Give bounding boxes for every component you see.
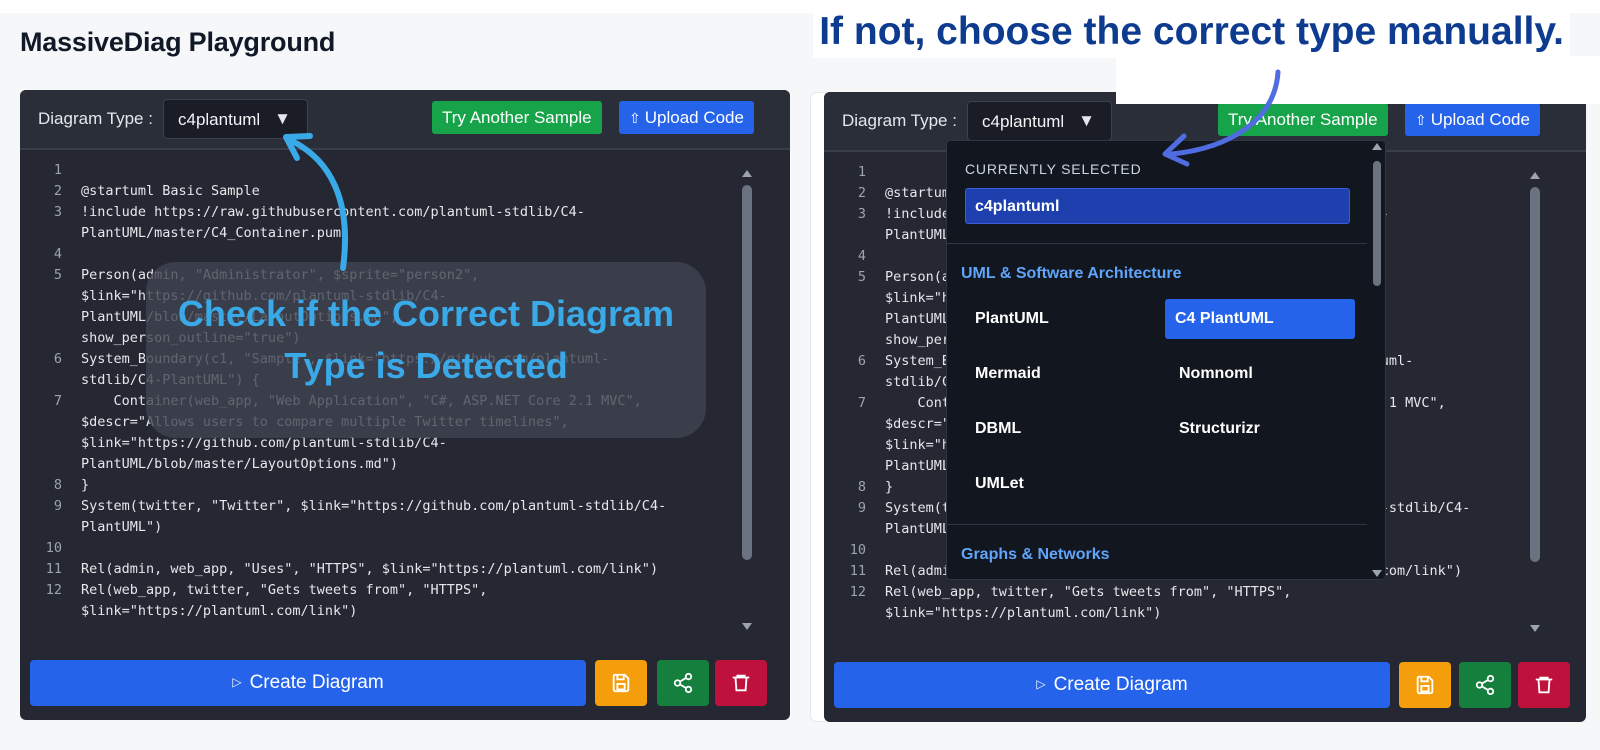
annotation-arrows — [283, 69, 1281, 271]
left-annotation-arrow — [289, 138, 349, 271]
right-annotation-arrow — [1169, 69, 1281, 157]
